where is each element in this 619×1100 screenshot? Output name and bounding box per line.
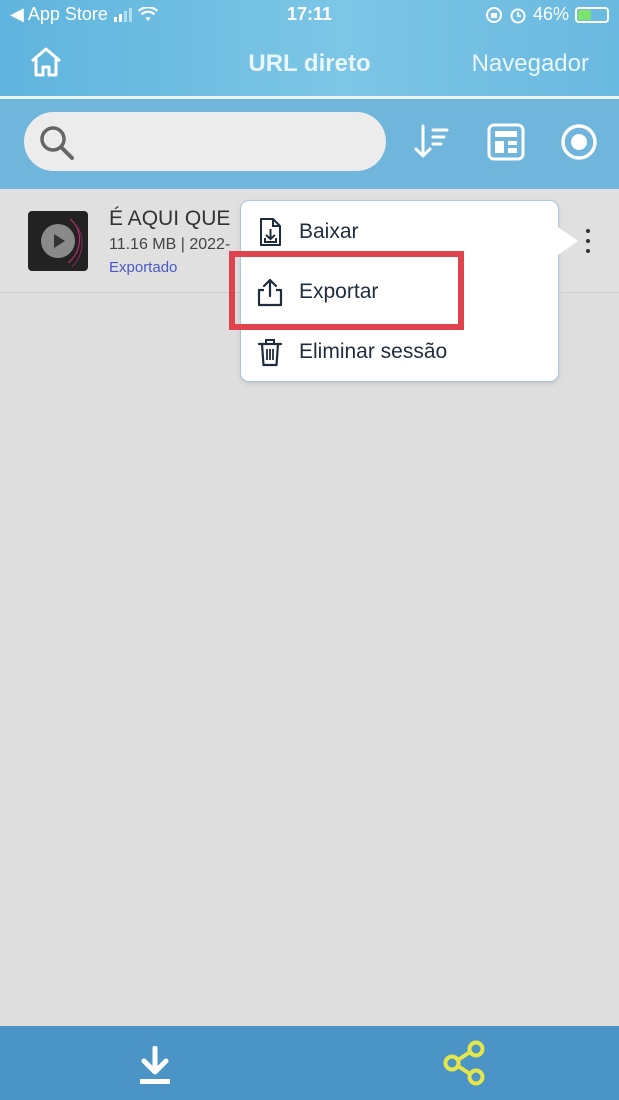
search-icon [40,126,74,160]
status-right: 46% [485,4,609,25]
layout-view-icon[interactable] [486,122,526,162]
nav-bar: URL direto Navegador [0,40,619,88]
item-title: É AQUI QUE [109,207,231,230]
highlight-annotation-box [229,251,464,330]
download-icon[interactable] [137,1046,173,1086]
search-toolbar [0,99,619,189]
menu-item-eliminar-sessao[interactable]: Eliminar sessão [241,323,558,381]
search-input[interactable] [24,112,386,171]
menu-item-label: Eliminar sessão [299,340,448,363]
record-icon[interactable] [559,122,599,162]
rotation-lock-icon [485,6,502,23]
menu-item-label: Baixar [299,220,359,243]
bottom-tab-bar [0,1026,619,1100]
battery-icon [575,6,609,23]
download-file-icon [260,218,281,246]
more-options-icon[interactable] [578,227,598,255]
play-icon [41,224,75,258]
status-bar: ◀ App Store 17:11 46% [0,4,619,28]
battery-percent: 46% [532,4,569,24]
popup-arrow [558,227,578,255]
share-icon[interactable] [442,1040,488,1086]
alarm-icon [510,8,526,23]
sort-icon[interactable] [411,122,451,162]
item-status: Exportado [109,259,178,276]
item-meta: 11.16 MB | 2022- [109,236,231,253]
video-thumbnail[interactable] [28,211,88,271]
navegador-tab[interactable]: Navegador [472,50,589,78]
top-bar: ◀ App Store 17:11 46% URL direto Navegad… [0,0,619,96]
trash-icon [257,339,283,367]
